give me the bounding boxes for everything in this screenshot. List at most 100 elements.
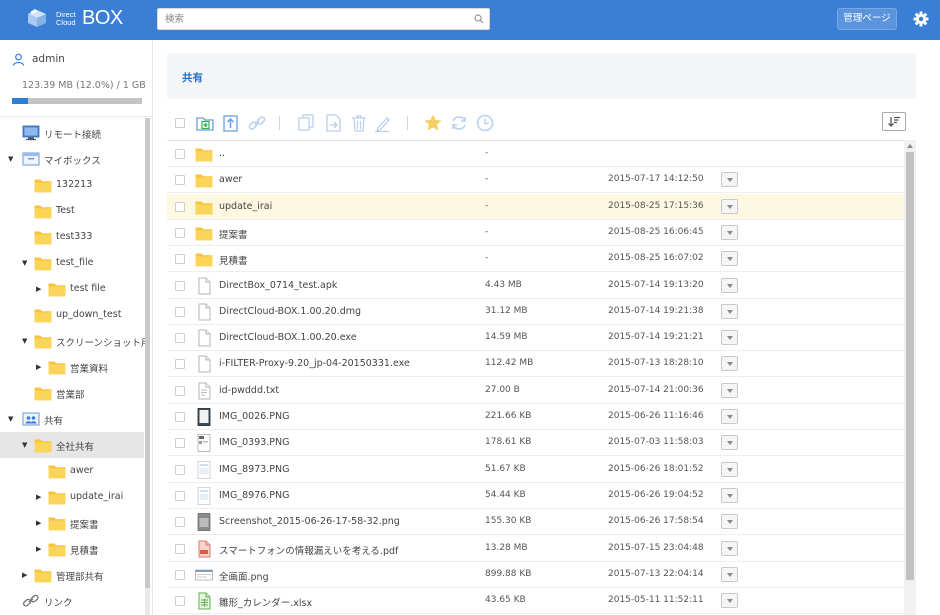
row-checkbox[interactable] bbox=[175, 359, 185, 370]
sidebar-tree-item[interactable]: ▶ update_irai bbox=[0, 484, 144, 510]
caret-right-icon[interactable]: ▶ bbox=[36, 545, 44, 553]
row-checkbox[interactable] bbox=[175, 385, 185, 396]
row-menu-dropdown-button[interactable] bbox=[721, 566, 738, 582]
row-menu-dropdown-button[interactable] bbox=[721, 435, 738, 451]
sidebar-tree-item[interactable]: ▼ マイボックス bbox=[0, 146, 144, 172]
caret-right-icon[interactable]: ▶ bbox=[36, 285, 44, 293]
file-name[interactable]: 全画面.png bbox=[219, 569, 269, 583]
row-menu-dropdown-button[interactable] bbox=[721, 382, 738, 398]
row-menu-dropdown-button[interactable] bbox=[721, 198, 738, 214]
row-checkbox[interactable] bbox=[175, 175, 185, 186]
row-checkbox[interactable] bbox=[175, 464, 185, 475]
sidebar-scrollbar[interactable] bbox=[145, 118, 150, 615]
row-menu-dropdown-button[interactable] bbox=[721, 224, 738, 240]
file-row[interactable]: awer - 2015-07-17 14:12:50 bbox=[167, 167, 904, 194]
admin-page-button[interactable]: 管理ページ bbox=[837, 8, 897, 30]
file-name[interactable]: DirectCloud-BOX.1.00.20.exe bbox=[219, 332, 357, 343]
file-row[interactable]: 提案書 - 2015-08-25 16:06:45 bbox=[167, 220, 904, 246]
file-name[interactable]: Screenshot_2015-06-26-17-58-32.png bbox=[219, 516, 400, 527]
sidebar-tree-item[interactable]: 132213 bbox=[0, 172, 144, 198]
new-folder-icon[interactable] bbox=[195, 113, 215, 133]
row-menu-dropdown-button[interactable] bbox=[721, 330, 738, 346]
sidebar-tree-item[interactable]: ▼ 全社共有 bbox=[0, 432, 144, 458]
file-name[interactable]: .. bbox=[219, 148, 225, 159]
sidebar-tree-item[interactable]: ▶ 提案書 bbox=[0, 510, 144, 536]
file-row[interactable]: IMG_8973.PNG 51.67 KB 2015-06-26 18:01:52 bbox=[167, 457, 904, 483]
sidebar-tree-item[interactable]: test333 bbox=[0, 224, 144, 250]
sidebar-tree-item[interactable]: リモート接続 bbox=[0, 120, 144, 146]
file-row[interactable]: スマートフォンの情報漏えいを考える.pdf 13.28 MB 2015-07-15 … bbox=[167, 536, 904, 562]
row-checkbox[interactable] bbox=[175, 596, 185, 607]
file-name[interactable]: 見積書 bbox=[219, 253, 248, 267]
file-row[interactable]: 見積書 - 2015-08-25 16:07:02 bbox=[167, 246, 904, 273]
row-checkbox[interactable] bbox=[175, 569, 185, 580]
sidebar-tree-item[interactable]: ▼ test_file bbox=[0, 250, 144, 276]
move-icon[interactable] bbox=[323, 113, 343, 133]
row-menu-dropdown-button[interactable] bbox=[721, 514, 738, 530]
row-menu-dropdown-button[interactable] bbox=[721, 593, 738, 609]
sidebar-tree-item[interactable]: リンク bbox=[0, 588, 144, 614]
sidebar-tree-item[interactable]: ▼ スクリーンショット用 bbox=[0, 328, 151, 354]
caret-right-icon[interactable]: ▶ bbox=[36, 363, 44, 371]
file-name[interactable]: IMG_0026.PNG bbox=[219, 411, 290, 422]
row-checkbox[interactable] bbox=[175, 280, 185, 291]
file-row[interactable]: IMG_0026.PNG 221.66 KB 2015-06-26 11:16:46 bbox=[167, 404, 904, 430]
sidebar-tree-item[interactable]: up_down_test bbox=[0, 302, 144, 328]
sort-button[interactable] bbox=[882, 112, 906, 131]
copy-icon[interactable] bbox=[297, 113, 317, 133]
caret-right-icon[interactable]: ▶ bbox=[36, 519, 44, 527]
gear-icon[interactable] bbox=[913, 11, 929, 27]
scroll-up-arrow-icon[interactable] bbox=[907, 144, 913, 148]
sidebar-tree-item[interactable]: ▶ 管理部共有 bbox=[0, 562, 144, 588]
file-name[interactable]: update_irai bbox=[219, 201, 272, 212]
file-row[interactable]: DirectBox_0714_test.apk 4.43 MB 2015-07-14… bbox=[167, 273, 904, 299]
row-checkbox[interactable] bbox=[175, 201, 185, 212]
file-name[interactable]: i-FILTER-Proxy-9.20_jp-04-20150331.exe bbox=[219, 358, 410, 369]
row-menu-dropdown-button[interactable] bbox=[721, 277, 738, 293]
file-name[interactable]: DirectBox_0714_test.apk bbox=[219, 280, 337, 291]
row-checkbox[interactable] bbox=[175, 227, 185, 238]
row-menu-dropdown-button[interactable] bbox=[721, 251, 738, 267]
row-checkbox[interactable] bbox=[175, 543, 185, 554]
file-row[interactable]: DirectCloud-BOX.1.00.20.exe 14.59 MB 2015-… bbox=[167, 325, 904, 352]
file-row[interactable]: id-pwddd.txt 27.00 B 2015-07-14 21:00:36 bbox=[167, 378, 904, 404]
caret-down-icon[interactable]: ▼ bbox=[22, 259, 30, 267]
file-row[interactable]: IMG_8976.PNG 54.44 KB 2015-06-26 19:04:52 bbox=[167, 483, 904, 509]
file-row[interactable]: 全画面.png 899.88 KB 2015-07-13 22:04:14 bbox=[167, 562, 904, 588]
row-menu-dropdown-button[interactable] bbox=[721, 461, 738, 477]
star-icon[interactable] bbox=[423, 113, 443, 133]
sidebar-tree-item[interactable]: ▼ 共有 bbox=[0, 406, 144, 432]
row-menu-dropdown-button[interactable] bbox=[721, 172, 738, 188]
sidebar-tree-item[interactable]: ▶ test file bbox=[0, 276, 144, 302]
file-row[interactable]: i-FILTER-Proxy-9.20_jp-04-20150331.exe 11… bbox=[167, 351, 904, 378]
file-row[interactable]: update_irai - 2015-08-25 17:15:36 bbox=[167, 193, 904, 220]
file-row[interactable]: .. - bbox=[167, 141, 904, 167]
link-icon[interactable] bbox=[247, 113, 267, 133]
sync-icon[interactable] bbox=[449, 113, 469, 133]
file-name[interactable]: IMG_8973.PNG bbox=[219, 464, 290, 475]
row-menu-dropdown-button[interactable] bbox=[721, 540, 738, 556]
file-row[interactable]: IMG_0393.PNG 178.61 KB 2015-07-03 11:58:03 bbox=[167, 430, 904, 457]
row-checkbox[interactable] bbox=[175, 254, 185, 265]
row-menu-dropdown-button[interactable] bbox=[721, 487, 738, 503]
search-icon[interactable] bbox=[474, 14, 484, 24]
caret-down-icon[interactable]: ▼ bbox=[8, 155, 16, 163]
sidebar-tree-item[interactable]: Test bbox=[0, 198, 144, 224]
file-list-scrollbar[interactable] bbox=[904, 140, 916, 615]
upload-icon[interactable] bbox=[221, 113, 241, 133]
file-name[interactable]: DirectCloud-BOX.1.00.20.dmg bbox=[219, 306, 361, 317]
sidebar-tree-item[interactable]: awer bbox=[0, 458, 144, 484]
file-name[interactable]: スマートフォンの情報漏えいを考える.pdf bbox=[219, 543, 398, 557]
row-checkbox[interactable] bbox=[175, 438, 185, 449]
row-menu-dropdown-button[interactable] bbox=[721, 409, 738, 424]
trash-icon[interactable] bbox=[349, 113, 369, 133]
caret-down-icon[interactable]: ▼ bbox=[22, 337, 30, 345]
caret-right-icon[interactable]: ▶ bbox=[36, 493, 44, 501]
file-row[interactable]: 雛形_カレンダー.xlsx 43.65 KB 2015-05-11 11:52:11 bbox=[167, 588, 904, 615]
sidebar-tree-item[interactable]: ▶ 営業資料 bbox=[0, 354, 144, 380]
row-menu-dropdown-button[interactable] bbox=[721, 356, 738, 372]
rename-icon[interactable] bbox=[373, 113, 393, 133]
caret-down-icon[interactable]: ▼ bbox=[22, 441, 30, 449]
row-menu-dropdown-button[interactable] bbox=[721, 303, 738, 319]
sidebar-tree-item[interactable]: 営業部 bbox=[0, 380, 144, 406]
